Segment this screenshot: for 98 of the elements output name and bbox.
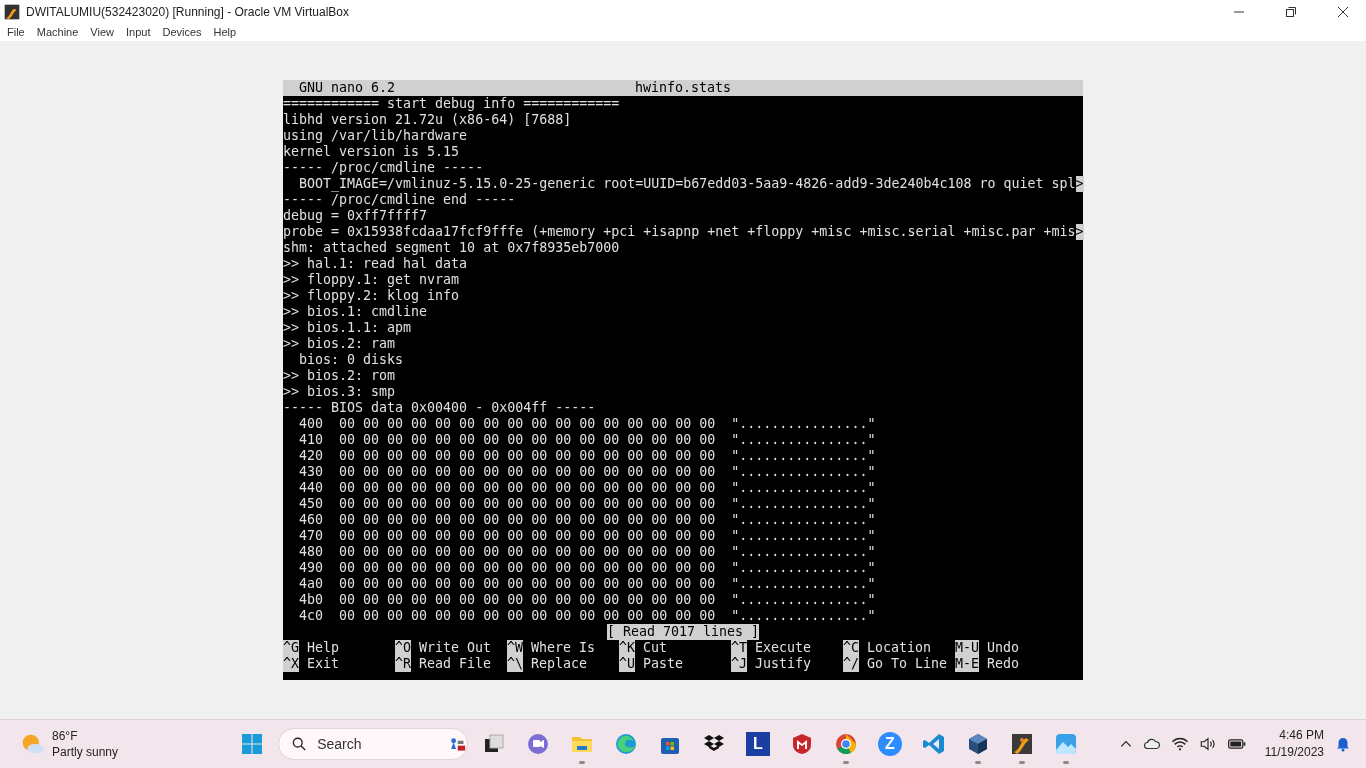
shortcut-label: Exit [307, 656, 340, 672]
shortcut-key: ^X [283, 656, 299, 672]
shortcut-key: ^C [843, 640, 859, 656]
search-field[interactable]: Search [315, 735, 440, 753]
menu-item[interactable]: View [90, 26, 126, 38]
menu-item[interactable]: Help [213, 26, 249, 38]
shortcut-key: ^/ [843, 656, 859, 672]
clock-date: 11/19/2023 [1264, 744, 1324, 761]
search-box[interactable]: Search [278, 728, 468, 760]
close-icon [1338, 6, 1348, 17]
restore-icon [1286, 6, 1296, 17]
app-logo-icon [4, 3, 20, 20]
terminal-line: BOOT_IMAGE=/vmlinuz-5.15.0-25-generic root=UUID=b67edd03-5aa9-4826-add9-3de240b4c108 ro quiet spl [298, 176, 1076, 192]
shortcut-key: M-U [955, 640, 980, 656]
window-title: DWITALUMIU(532423020) [Running] - Oracle VM VirtualBox [26, 4, 350, 19]
shortcut-label: Go To Line [867, 656, 948, 672]
file-name: hwinfo.stats [634, 80, 732, 96]
swirl-browser-icon [614, 732, 638, 756]
terminal-line: 400 00 00 00 00 00 00 00 00 00 00 00 00 00 00 00 00 "................" [298, 416, 876, 432]
menu-item[interactable]: Input [125, 26, 163, 38]
wifi-icon [1170, 735, 1189, 753]
shortcut-label: Replace [531, 656, 588, 672]
terminal-line: 460 00 00 00 00 00 00 00 00 00 00 00 00 00 00 00 00 "................" [298, 512, 876, 528]
shortcut-label: Read File [419, 656, 492, 672]
swoosh-tile-icon [1010, 732, 1034, 756]
terminal-line: 4a0 00 00 00 00 00 00 00 00 00 00 00 00 00 00 00 00 "................" [298, 576, 876, 592]
terminal-line: 430 00 00 00 00 00 00 00 00 00 00 00 00 00 00 00 00 "................" [298, 464, 876, 480]
terminal-line: 440 00 00 00 00 00 00 00 00 00 00 00 00 00 00 00 00 "................" [298, 480, 876, 496]
menu-item[interactable]: Machine [36, 26, 91, 38]
four-squares-icon [240, 732, 264, 756]
terminal-line: 490 00 00 00 00 00 00 00 00 00 00 00 00 00 00 00 00 "................" [298, 560, 876, 576]
terminal-line: 410 00 00 00 00 00 00 00 00 00 00 00 00 00 00 00 00 "................" [298, 432, 876, 448]
bell-icon [1334, 735, 1352, 753]
shortcut-key: ^O [395, 640, 411, 656]
shortcut-label: Paste [643, 656, 684, 672]
menu-item[interactable]: File [7, 26, 37, 38]
shortcut-key: ^\ [507, 656, 523, 672]
menu-item[interactable]: Devices [162, 26, 214, 38]
terminal-line: kernel version is 5.15 [283, 144, 460, 160]
terminal-line: 420 00 00 00 00 00 00 00 00 00 00 00 00 00 00 00 00 "................" [298, 448, 876, 464]
shortcut-label: Justify [755, 656, 812, 672]
overflow-marker: > [1075, 176, 1084, 192]
terminal-line: bios: 0 disks [298, 352, 404, 368]
terminal-line: ----- /proc/cmdline end ----- [283, 192, 516, 208]
terminal-line: using /var/lib/hardware [283, 128, 468, 144]
editor-version: GNU nano 6.2 [298, 80, 396, 96]
letter-tile-icon: L [746, 732, 770, 756]
shortcut-label: Execute [755, 640, 812, 656]
shortcut-key: M-E [955, 656, 980, 672]
shortcut-key: ^R [395, 656, 411, 672]
code-editor-icon [922, 732, 946, 756]
cube-icon [966, 732, 990, 756]
terminal-line: ============ start debug info ============ [283, 96, 620, 112]
round-browser-icon [834, 732, 858, 756]
shortcut-label: Redo [987, 656, 1020, 672]
clock-time: 4:46 PM [1279, 727, 1324, 744]
terminal-line: debug = 0xff7ffff7 [283, 208, 428, 224]
terminal-line: 4c0 00 00 00 00 00 00 00 00 00 00 00 00 00 00 00 00 "................" [298, 608, 876, 624]
video-chat-icon [526, 732, 550, 756]
shortcut-key: ^W [507, 640, 523, 656]
shortcut-key: ^U [619, 656, 635, 672]
temperature: 86°F [52, 728, 79, 744]
status-message: [ Read 7017 lines ] [606, 624, 760, 640]
landscape-picture-icon [1054, 732, 1078, 756]
overflow-marker: > [1075, 224, 1084, 240]
terminal-line: >> bios.1.1: apm [283, 320, 412, 336]
shortcut-key: ^K [619, 640, 635, 656]
shortcut-key: ^J [731, 656, 747, 672]
terminal-line: >> floppy.2: klog info [283, 288, 460, 304]
terminal-line: ----- /proc/cmdline ----- [283, 160, 484, 176]
terminal-line: ----- BIOS data 0x00400 - 0x004ff ----- [283, 400, 596, 416]
shortcut-label: Help [307, 640, 340, 656]
terminal-line: >> hal.1: read hal data [283, 256, 468, 272]
shortcut-label: Location [867, 640, 932, 656]
shortcut-key: ^G [283, 640, 299, 656]
terminal-line: 470 00 00 00 00 00 00 00 00 00 00 00 00 00 00 00 00 "................" [298, 528, 876, 544]
taskbar-app-button[interactable]: L [736, 722, 780, 766]
shortcut-key: ^T [731, 640, 747, 656]
terminal-line: >> floppy.1: get nvram [283, 272, 460, 288]
terminal-line: >> bios.2: rom [283, 368, 396, 384]
speaker-icon [1198, 735, 1217, 753]
shortcut-label: Cut [643, 640, 668, 656]
shield-icon [790, 732, 814, 756]
shortcut-label: Undo [987, 640, 1020, 656]
shortcut-label: Where Is [531, 640, 596, 656]
weather-condition: Partly sunny [52, 744, 119, 760]
search-icon [291, 735, 308, 753]
terminal-line: >> bios.2: ram [283, 336, 396, 352]
terminal-line: probe = 0x15938fcdaa17fcf9fffe (+memory +pci +isapnp +net +floppy +misc +misc.serial +misc.par +mis [283, 224, 1076, 240]
terminal-line: >> bios.1: cmdline [283, 304, 428, 320]
shortcut-label: Write Out [419, 640, 492, 656]
terminal-line: libhd version 21.72u (x86-64) [7688] [283, 112, 572, 128]
terminal-line: 4b0 00 00 00 00 00 00 00 00 00 00 00 00 00 00 00 00 "................" [298, 592, 876, 608]
terminal-line: 450 00 00 00 00 00 00 00 00 00 00 00 00 00 00 00 00 "................" [298, 496, 876, 512]
letter-circle-icon: Z [878, 732, 902, 756]
terminal-line: shm: attached segment 10 at 0x7f8935eb7000 [283, 240, 620, 256]
terminal-line: >> bios.3: smp [283, 384, 396, 400]
terminal-line: 480 00 00 00 00 00 00 00 00 00 00 00 00 00 00 00 00 "................" [298, 544, 876, 560]
